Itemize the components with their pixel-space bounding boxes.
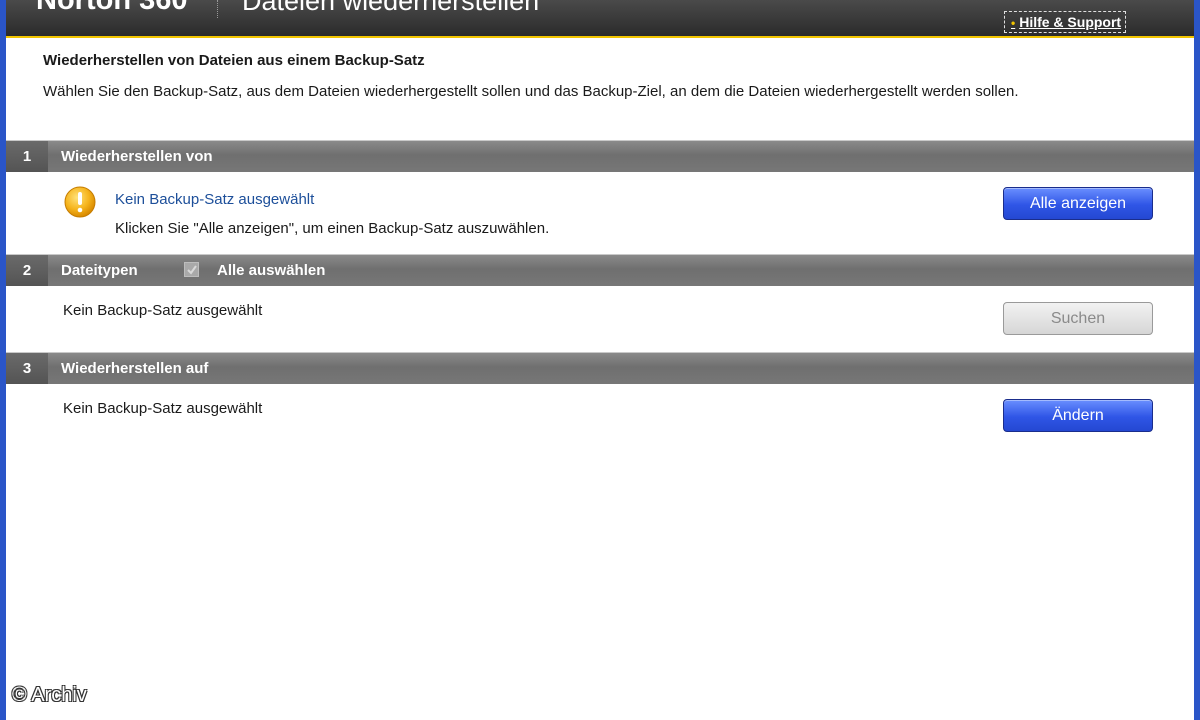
- app-logo: Norton 360: [36, 0, 188, 16]
- select-all-label: Alle auswählen: [217, 262, 326, 279]
- section-header-restore-from: 1 Wiederherstellen von: [6, 140, 1194, 172]
- no-backup-set-link[interactable]: Kein Backup-Satz ausgewählt: [115, 191, 314, 208]
- section-number: 1: [6, 141, 48, 172]
- file-types-status: Kein Backup-Satz ausgewählt: [63, 302, 263, 319]
- section-header-restore-to: 3 Wiederherstellen auf: [6, 352, 1194, 384]
- section-header-file-types: 2 Dateitypen Alle auswählen: [6, 254, 1194, 286]
- help-support-link[interactable]: • Hilfe & Support: [1004, 11, 1127, 33]
- page-description: Wählen Sie den Backup-Satz, aus dem Date…: [43, 83, 1019, 100]
- app-window: Norton 360 Dateien wiederherstellen • Hil…: [0, 0, 1200, 720]
- bullet-icon: •: [1011, 16, 1016, 30]
- title-separator: [217, 0, 219, 18]
- section-number: 3: [6, 353, 48, 384]
- section-number: 2: [6, 255, 48, 286]
- select-all-checkbox[interactable]: [184, 262, 199, 277]
- page-title: Wiederherstellen von Dateien aus einem B…: [43, 52, 425, 69]
- section-title: Wiederherstellen von: [61, 148, 213, 165]
- window-title: Dateien wiederherstellen: [242, 0, 540, 16]
- change-button[interactable]: Ändern: [1003, 399, 1153, 432]
- help-support-label: Hilfe & Support: [1019, 14, 1122, 30]
- show-all-button[interactable]: Alle anzeigen: [1003, 187, 1153, 220]
- title-bar: Norton 360 Dateien wiederherstellen • Hil…: [6, 0, 1194, 38]
- search-button[interactable]: Suchen: [1003, 302, 1153, 335]
- section-title: Dateitypen: [61, 262, 138, 279]
- check-icon: [187, 265, 197, 275]
- warning-icon: [64, 186, 96, 218]
- section-title: Wiederherstellen auf: [61, 360, 209, 377]
- select-backup-hint: Klicken Sie "Alle anzeigen", um einen Ba…: [115, 220, 550, 237]
- restore-to-status: Kein Backup-Satz ausgewählt: [63, 400, 263, 417]
- copyright-watermark: © Archiv: [12, 684, 87, 706]
